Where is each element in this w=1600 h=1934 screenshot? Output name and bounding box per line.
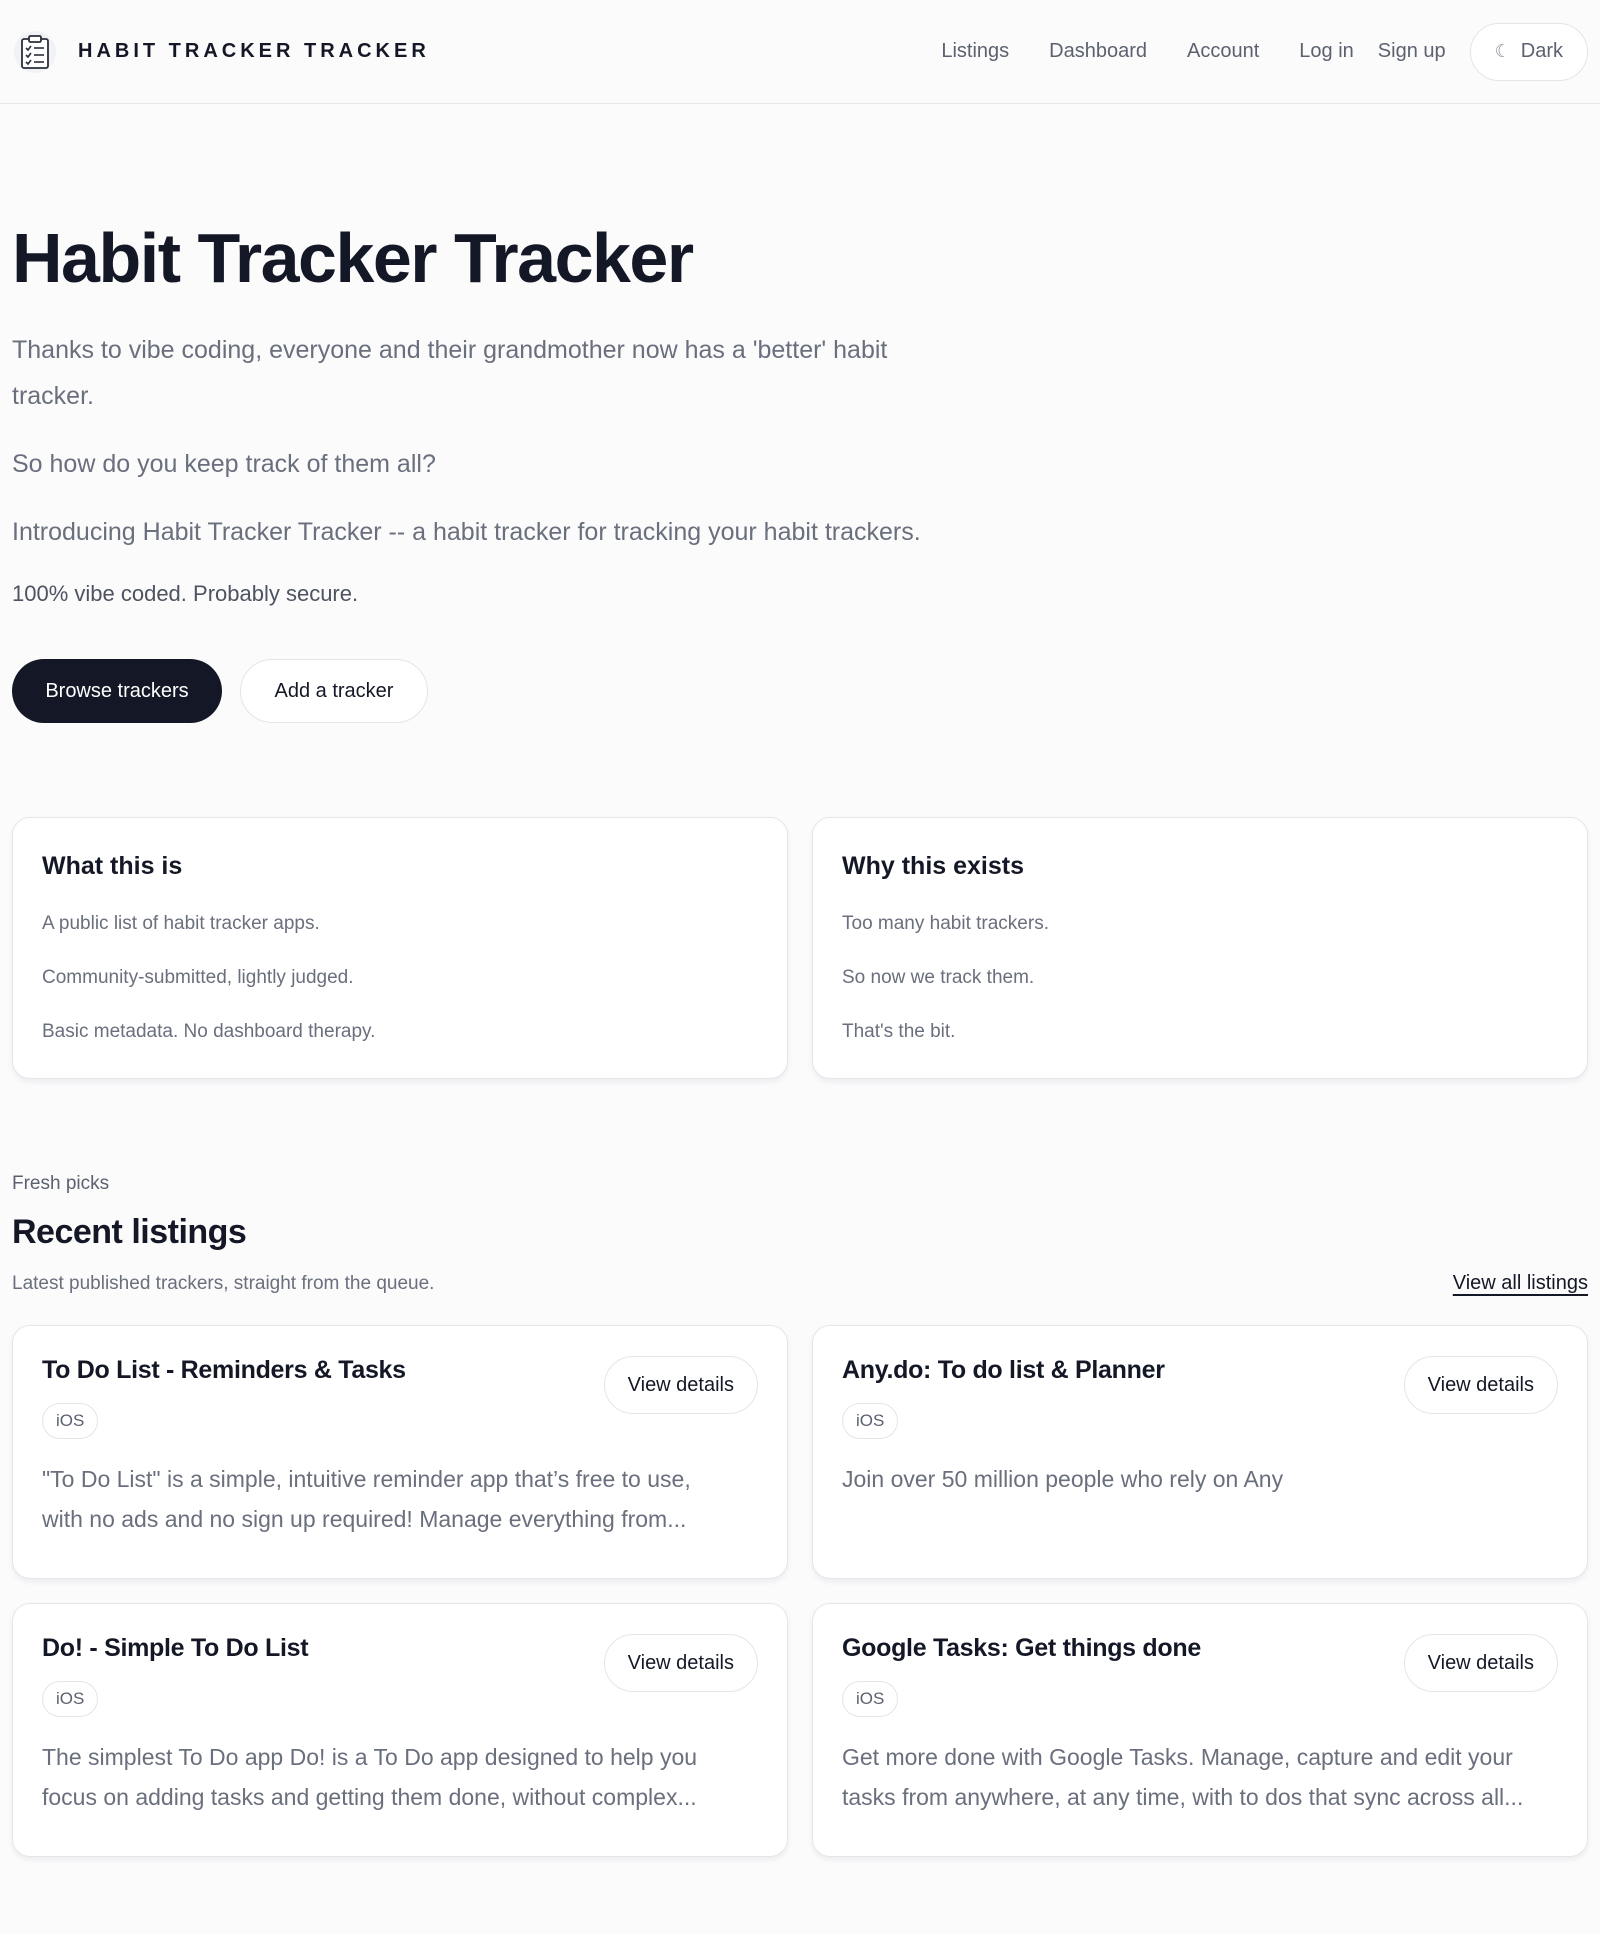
recent-listings-section: Fresh picks Recent listings Latest publi… <box>0 1173 1600 1295</box>
nav-log-in[interactable]: Log in <box>1299 40 1354 63</box>
section-title: Recent listings <box>12 1213 247 1251</box>
info-card-what: What this is A public list of habit trac… <box>12 817 788 1079</box>
view-details-button[interactable]: View details <box>1403 1634 1558 1692</box>
clipboard-checklist-icon <box>12 29 58 75</box>
brand-name: HABIT TRACKER TRACKER <box>78 40 430 62</box>
hero: Habit Tracker Tracker Thanks to vibe cod… <box>0 104 1600 723</box>
page-title: Habit Tracker Tracker <box>12 219 694 297</box>
hero-paragraph: Thanks to vibe coding, everyone and thei… <box>12 336 888 410</box>
section-eyebrow: Fresh picks <box>12 1173 110 1194</box>
view-all-listings-link[interactable]: View all listings <box>1453 1272 1588 1295</box>
section-subtitle: Latest published trackers, straight from… <box>12 1273 435 1294</box>
listing-card: To Do List - Reminders & Tasks View deta… <box>12 1325 788 1579</box>
platform-badge: iOS <box>42 1681 99 1717</box>
listing-card: Do! - Simple To Do List View details iOS… <box>12 1603 788 1857</box>
info-card-line: A public list of habit tracker apps. <box>42 913 320 934</box>
listing-card: Google Tasks: Get things done View detai… <box>812 1603 1588 1857</box>
listing-grid: To Do List - Reminders & Tasks View deta… <box>0 1325 1600 1857</box>
listing-description: Join over 50 million people who rely on … <box>842 1466 1284 1492</box>
platform-badge: iOS <box>42 1403 99 1439</box>
view-details-button[interactable]: View details <box>1403 1356 1558 1414</box>
info-card-line: Basic metadata. No dashboard therapy. <box>42 1021 376 1042</box>
nav-dashboard[interactable]: Dashboard <box>1049 40 1147 63</box>
info-card-line: Community-submitted, lightly judged. <box>42 967 354 988</box>
moon-icon: ☾ <box>1494 41 1511 61</box>
hero-actions: Browse trackers Add a tracker <box>12 659 1588 723</box>
add-tracker-button[interactable]: Add a tracker <box>240 659 428 723</box>
nav-account[interactable]: Account <box>1187 40 1259 63</box>
theme-toggle-label: Dark <box>1520 40 1563 62</box>
info-card-why: Why this exists Too many habit trackers.… <box>812 817 1588 1079</box>
platform-badge: iOS <box>842 1403 899 1439</box>
listing-description: Get more done with Google Tasks. Manage,… <box>842 1744 1524 1810</box>
info-card-line: That's the bit. <box>842 1021 956 1042</box>
listing-card: Any.do: To do list & Planner View detail… <box>812 1325 1588 1579</box>
info-card-title: What this is <box>42 852 183 880</box>
info-card-line: So now we track them. <box>842 967 1035 988</box>
listing-description: "To Do List" is a simple, intuitive remi… <box>42 1466 691 1532</box>
hero-paragraph: Introducing Habit Tracker Tracker -- a h… <box>12 518 921 546</box>
view-details-button[interactable]: View details <box>603 1634 758 1692</box>
hero-paragraph: So how do you keep track of them all? <box>12 450 436 478</box>
info-cards: What this is A public list of habit trac… <box>0 817 1600 1079</box>
listing-description: The simplest To Do app Do! is a To Do ap… <box>42 1744 698 1810</box>
platform-badge: iOS <box>842 1681 899 1717</box>
info-card-line: Too many habit trackers. <box>842 913 1049 934</box>
top-nav: HABIT TRACKER TRACKER Listings Dashboard… <box>0 0 1600 104</box>
main-content: Habit Tracker Tracker Thanks to vibe cod… <box>0 104 1600 1857</box>
view-details-button[interactable]: View details <box>603 1356 758 1414</box>
section-subtitle-row: Latest published trackers, straight from… <box>12 1272 1588 1295</box>
nav-listings[interactable]: Listings <box>941 40 1009 63</box>
brand[interactable]: HABIT TRACKER TRACKER <box>12 29 430 75</box>
info-card-title: Why this exists <box>842 852 1024 880</box>
nav-sign-up[interactable]: Sign up <box>1378 40 1446 63</box>
hero-note: 100% vibe coded. Probably secure. <box>12 581 359 606</box>
dark-mode-toggle[interactable]: ☾ Dark <box>1469 22 1588 81</box>
nav-links: Listings Dashboard Account Log in Sign u… <box>941 22 1588 81</box>
browse-trackers-button[interactable]: Browse trackers <box>12 659 222 723</box>
